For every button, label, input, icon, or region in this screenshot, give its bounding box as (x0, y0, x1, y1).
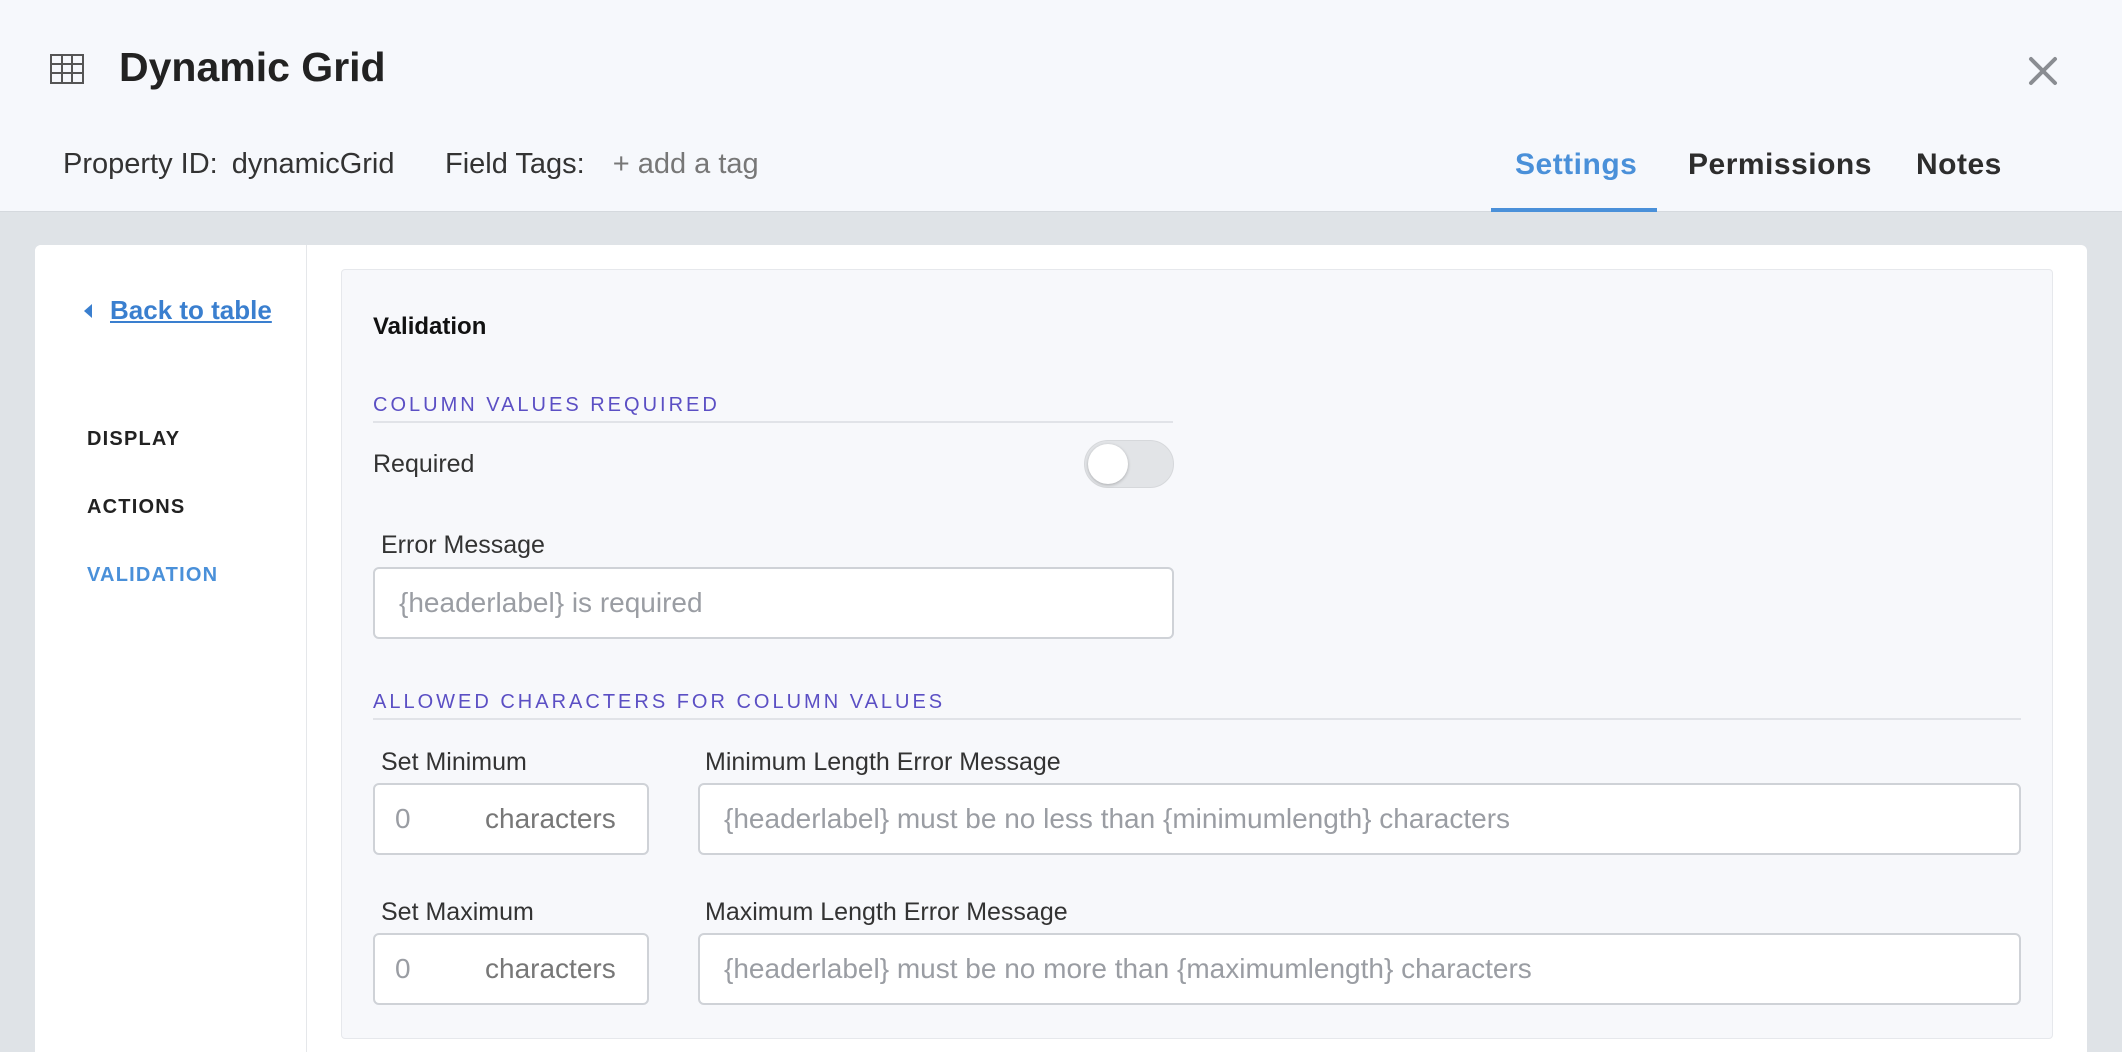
max-error-label: Maximum Length Error Message (705, 898, 1068, 926)
error-message-input[interactable] (373, 567, 1174, 639)
min-error-label: Minimum Length Error Message (705, 748, 1061, 776)
field-tags-label: Field Tags: (445, 148, 585, 180)
set-maximum-label: Set Maximum (381, 898, 534, 926)
section-title: Validation (373, 313, 487, 340)
property-id-label: Property ID: (63, 148, 218, 180)
required-group-heading: COLUMN VALUES REQUIRED (373, 394, 720, 416)
max-length-field[interactable]: characters (373, 933, 649, 1005)
property-id-value: dynamicGrid (231, 148, 395, 180)
add-tag-button[interactable]: + add a tag (613, 148, 759, 180)
page-title: Dynamic Grid (119, 44, 386, 90)
min-length-suffix: characters (485, 803, 616, 834)
sidebar-item-validation[interactable]: VALIDATION (87, 564, 218, 587)
divider (373, 421, 1173, 423)
max-length-input[interactable] (375, 935, 485, 1003)
property-id: Property ID: dynamicGrid (63, 148, 395, 181)
error-message-label: Error Message (381, 531, 545, 559)
min-error-input[interactable] (698, 783, 2021, 855)
table-icon (50, 54, 84, 84)
min-length-input[interactable] (375, 785, 485, 853)
max-length-suffix: characters (485, 953, 616, 984)
modal-header: Dynamic Grid Property ID: dynamicGrid Fie… (0, 0, 2122, 212)
required-toggle[interactable] (1084, 440, 1174, 488)
caret-left-icon (84, 303, 92, 318)
sidebar-item-display[interactable]: DISPLAY (87, 428, 180, 451)
min-length-field[interactable]: characters (373, 783, 649, 855)
back-to-table-label: Back to table (110, 295, 272, 325)
tab-settings[interactable]: Settings (1515, 148, 1637, 182)
divider (373, 718, 2021, 720)
tab-notes[interactable]: Notes (1916, 148, 2002, 182)
chars-group-heading: ALLOWED CHARACTERS FOR COLUMN VALUES (373, 691, 946, 713)
tab-permissions[interactable]: Permissions (1688, 148, 1872, 182)
max-error-input[interactable] (698, 933, 2021, 1005)
active-tab-indicator (1491, 208, 1657, 212)
back-to-table-link[interactable]: Back to table (84, 295, 272, 326)
sidebar-item-actions[interactable]: ACTIONS (87, 496, 185, 519)
validation-section (341, 269, 2053, 1039)
close-icon[interactable] (2022, 50, 2064, 92)
sidebar (35, 245, 307, 1052)
set-minimum-label: Set Minimum (381, 748, 527, 776)
required-label: Required (373, 450, 475, 478)
toggle-knob (1088, 444, 1128, 484)
field-tags: Field Tags: + add a tag (445, 148, 759, 181)
